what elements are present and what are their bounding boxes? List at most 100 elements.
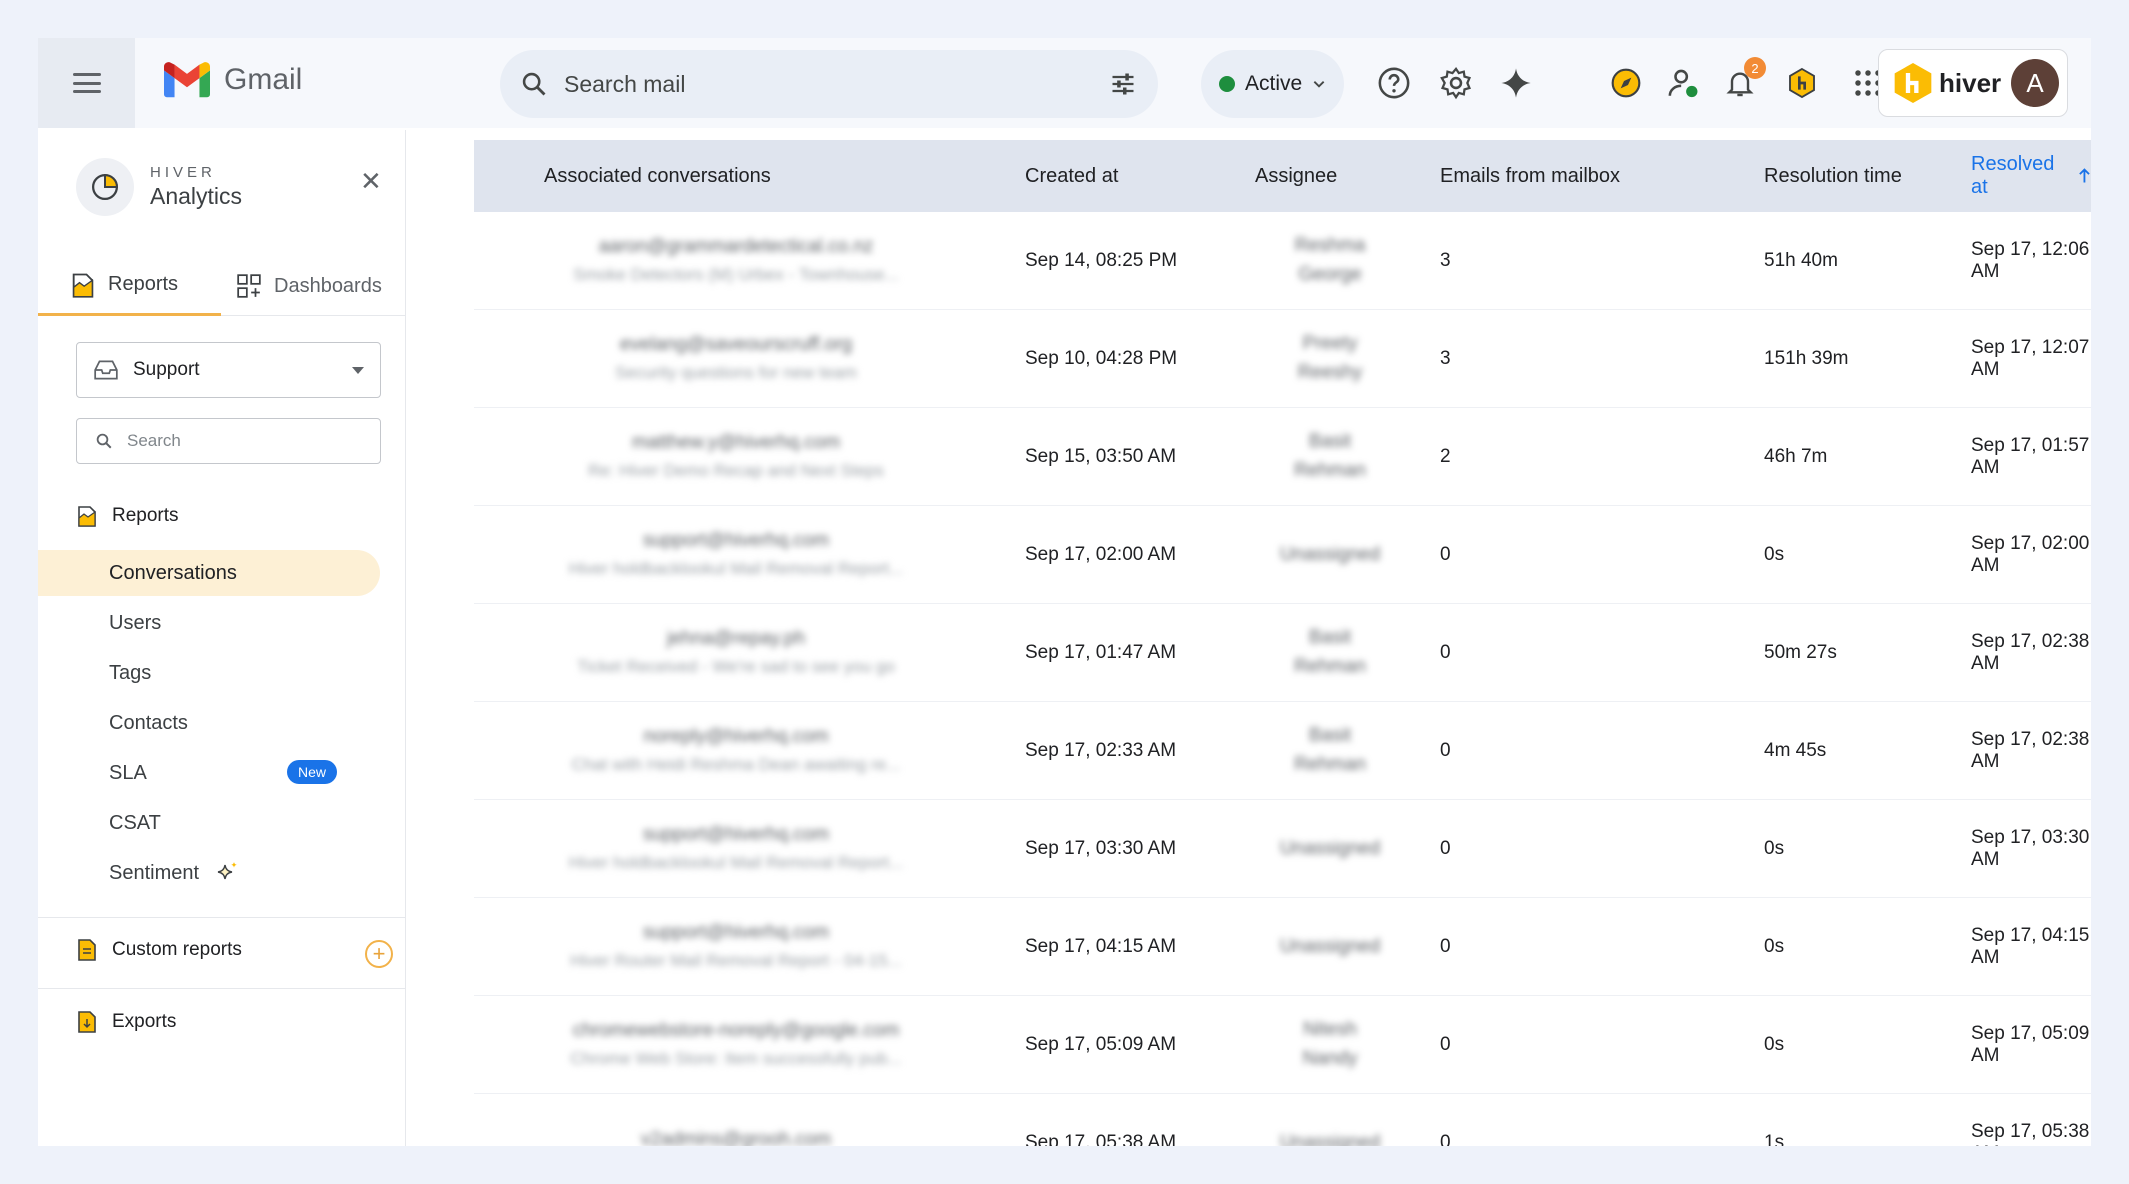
assignee-cell: Preety Reeshy: [1255, 310, 1405, 408]
resolution-time-cell: 0s: [1764, 1034, 1785, 1055]
table-row[interactable]: support@hiverhq.com Hiver holdbacklookul…: [474, 506, 2091, 604]
status-selector[interactable]: Active: [1201, 50, 1344, 118]
sidebar-search-placeholder: Search: [127, 431, 181, 450]
avatar[interactable]: A: [2011, 59, 2059, 107]
conversation-cell[interactable]: chromewebstore-noreply@google.com Chrome…: [526, 996, 946, 1094]
table-row[interactable]: support@hiverhq.com Hiver holdbacklookul…: [474, 800, 2091, 898]
table-row[interactable]: chromewebstore-noreply@google.com Chrome…: [474, 996, 2091, 1094]
conversation-cell[interactable]: aaron@grammardetectical.co.nz Smoke Dete…: [526, 212, 946, 310]
sidebar-item-contacts[interactable]: Contacts: [38, 700, 380, 746]
conversation-email: matthew.y@hiverhq.com: [631, 432, 841, 454]
column-label: Resolved at: [1971, 153, 2055, 198]
inbox-icon: [94, 360, 118, 380]
conversation-cell[interactable]: jehna@repay.ph Ticket Received - We're s…: [526, 604, 946, 702]
resolved-at-cell: Sep 17, 02:00 AM: [1971, 533, 2090, 576]
sidebar-item-tags[interactable]: Tags: [38, 650, 380, 696]
sidebar-item-conversations[interactable]: Conversations: [38, 550, 380, 596]
gemini-sparkle-icon[interactable]: [1496, 63, 1536, 103]
assignee-cell: Basit Rehman: [1255, 604, 1405, 702]
created-at-cell: Sep 17, 04:15 AM: [1025, 936, 1177, 957]
sort-ascending-arrow-icon: [2079, 168, 2090, 183]
conversation-cell[interactable]: support@hiverhq.com Hiver holdbacklookul…: [526, 800, 946, 898]
search-icon[interactable]: [520, 70, 548, 98]
sidebar-item-sla[interactable]: SLA New: [38, 750, 380, 796]
table-row[interactable]: noreply@hiverhq.com Chat with Heidi Resh…: [474, 702, 2091, 800]
conversation-cell[interactable]: evelang@saveourscruff.org Security quest…: [526, 310, 946, 408]
add-custom-report-icon[interactable]: +: [365, 940, 393, 968]
brand-title: Analytics: [150, 183, 243, 209]
table-row[interactable]: evelang@saveourscruff.org Security quest…: [474, 310, 2091, 408]
exports-link[interactable]: Exports: [76, 1010, 176, 1034]
reports-section-heading: Reports: [76, 504, 179, 528]
column-header-resolved-at[interactable]: Resolved at: [1971, 140, 2091, 212]
conversation-cell[interactable]: v2admins@grooh.com: [526, 1094, 946, 1146]
table-row[interactable]: aaron@grammardetectical.co.nz Smoke Dete…: [474, 212, 2091, 310]
custom-report-icon: [78, 939, 96, 961]
column-header-associated-conversations[interactable]: Associated conversations: [544, 140, 771, 212]
settings-gear-icon[interactable]: [1436, 63, 1476, 103]
table-row[interactable]: matthew.y@hiverhq.com Re: Hiver Demo Rec…: [474, 408, 2091, 506]
dashboard-icon: [237, 274, 261, 298]
column-header-emails-from-mailbox[interactable]: Emails from mailbox: [1440, 140, 1620, 212]
column-header-assignee[interactable]: Assignee: [1255, 140, 1337, 212]
created-at-cell: Sep 17, 03:30 AM: [1025, 838, 1177, 859]
assignee-name: Unassigned: [1279, 935, 1381, 957]
conversation-email: noreply@hiverhq.com: [643, 726, 829, 748]
tab-label: Reports: [108, 273, 179, 295]
sidebar-item-sentiment[interactable]: Sentiment: [38, 850, 380, 896]
resolved-at-cell: Sep 17, 12:07 AM: [1971, 337, 2090, 380]
conversation-email: chromewebstore-noreply@google.com: [572, 1020, 900, 1042]
mail-search-bar[interactable]: Search mail: [500, 50, 1158, 118]
gmail-logo[interactable]: Gmail: [164, 62, 302, 98]
resolution-time-cell: 0s: [1764, 838, 1785, 859]
export-file-icon: [78, 1011, 96, 1033]
conversation-email: support@hiverhq.com: [642, 824, 830, 846]
help-icon[interactable]: [1374, 63, 1414, 103]
emails-count-cell: 3: [1440, 348, 1451, 369]
table-row[interactable]: jehna@repay.ph Ticket Received - We're s…: [474, 604, 2091, 702]
emails-count-cell: 0: [1440, 544, 1451, 565]
sparkle-icon: [217, 862, 237, 880]
conversation-cell[interactable]: support@hiverhq.com Hiver Router Mail Re…: [526, 898, 946, 996]
hiver-wordmark: hiver: [1939, 67, 2002, 98]
assignee-name: Nitesh: [1303, 1019, 1357, 1041]
column-header-resolution-time[interactable]: Resolution time: [1764, 140, 1902, 212]
column-header-created-at[interactable]: Created at: [1025, 140, 1118, 212]
search-options-icon[interactable]: [1108, 70, 1138, 98]
custom-reports-link[interactable]: Custom reports +: [76, 938, 393, 968]
conversation-cell[interactable]: support@hiverhq.com Hiver holdbacklookul…: [526, 506, 946, 604]
emails-count-cell: 0: [1440, 1132, 1451, 1146]
sidebar-search-input[interactable]: Search: [76, 418, 381, 464]
close-icon[interactable]: ✕: [360, 166, 382, 197]
compass-icon[interactable]: [1606, 63, 1646, 103]
emails-count-cell: 0: [1440, 838, 1451, 859]
assignee-cell: Basit Rehman: [1255, 702, 1405, 800]
sidebar-item-users[interactable]: Users: [38, 600, 380, 646]
hamburger-menu-icon[interactable]: [72, 73, 101, 93]
table-row[interactable]: support@hiverhq.com Hiver Router Mail Re…: [474, 898, 2091, 996]
resolution-time-cell: 0s: [1764, 544, 1785, 565]
hiver-analytics-brand: HIVER Analytics: [76, 158, 242, 216]
hiver-hex-icon[interactable]: [1782, 63, 1822, 103]
account-switcher[interactable]: hiver A: [1878, 49, 2068, 117]
tab-dashboards[interactable]: Dashboards: [236, 256, 382, 316]
conversation-email: support@hiverhq.com: [642, 530, 830, 552]
conversation-cell[interactable]: noreply@hiverhq.com Chat with Heidi Resh…: [526, 702, 946, 800]
brand-small-label: HIVER: [150, 164, 216, 181]
assignee-name: Unassigned: [1279, 837, 1381, 859]
conversation-cell[interactable]: matthew.y@hiverhq.com Re: Hiver Demo Rec…: [526, 408, 946, 506]
tab-reports[interactable]: Reports: [38, 256, 221, 316]
notifications-bell-icon[interactable]: 2: [1720, 57, 1766, 103]
resolution-time-cell: 46h 7m: [1764, 446, 1828, 467]
sidebar-item-csat[interactable]: CSAT: [38, 800, 380, 846]
resolution-time-cell: 151h 39m: [1764, 348, 1849, 369]
tab-label: Dashboards: [274, 274, 382, 297]
assignee-name: Basit: [1308, 431, 1352, 453]
user-status-icon[interactable]: [1664, 63, 1704, 103]
assignee-cell: Unassigned: [1255, 800, 1405, 898]
emails-count-cell: 0: [1440, 936, 1451, 957]
status-dot: [1219, 76, 1235, 92]
mailbox-select[interactable]: Support: [76, 342, 381, 398]
table-row[interactable]: v2admins@grooh.com Sep 17, 05:38 AM Unas…: [474, 1094, 2091, 1146]
created-at-cell: Sep 17, 05:09 AM: [1025, 1034, 1177, 1055]
